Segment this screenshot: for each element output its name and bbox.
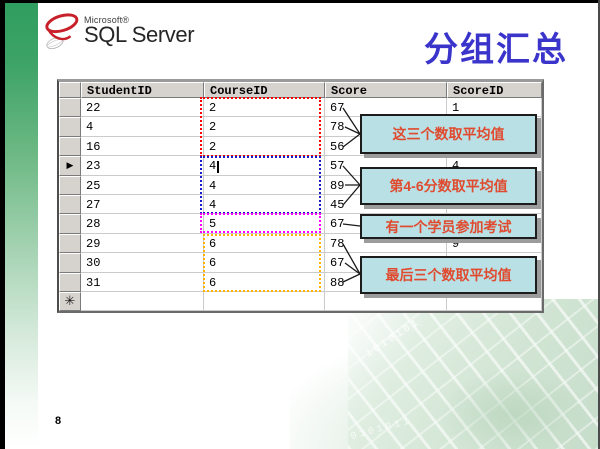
green-sidebar	[5, 0, 38, 449]
cell-studentid[interactable]: 4	[81, 117, 204, 137]
cell-studentid[interactable]: 22	[81, 98, 204, 118]
cell-studentid[interactable]: 27	[81, 194, 204, 215]
cell-studentid[interactable]: 31	[81, 272, 204, 292]
callout-average-last-three: 最后三个数取平均值	[360, 256, 537, 294]
row-selector[interactable]	[59, 214, 81, 234]
grid-header-row: StudentID CourseID Score ScoreID	[59, 82, 542, 98]
row-selector[interactable]	[59, 194, 81, 215]
grid-corner-cell[interactable]	[59, 82, 81, 98]
callout-single-student: 有一个学员参加考试	[360, 214, 537, 239]
column-header-scoreid[interactable]: ScoreID	[447, 82, 542, 98]
row-selector[interactable]	[59, 233, 81, 254]
product-label: SQL Server	[84, 22, 195, 47]
row-selector[interactable]	[59, 253, 81, 273]
binary-text: 0101011	[349, 416, 414, 443]
cell-studentid[interactable]: 16	[81, 136, 204, 157]
cell-scoreid-empty[interactable]	[447, 291, 542, 312]
cell-studentid[interactable]: 29	[81, 233, 204, 254]
row-selector[interactable]	[59, 98, 81, 118]
sql-server-logo: Microsoft® SQL Server	[42, 9, 195, 58]
group-outline-course-6	[203, 234, 321, 292]
binary-text: 1010101	[364, 316, 423, 361]
cell-score-empty[interactable]	[325, 291, 447, 312]
new-row-asterisk-icon: ✳	[64, 294, 76, 310]
row-selector[interactable]	[59, 175, 81, 195]
cell-studentid[interactable]: 28	[81, 214, 204, 234]
group-outline-course-5	[200, 213, 321, 233]
cell-courseid-empty[interactable]	[204, 291, 325, 312]
cell-studentid[interactable]: 25	[81, 175, 204, 195]
row-selector-current[interactable]: ▶	[59, 156, 81, 176]
page-number: 8	[55, 415, 62, 427]
callout-average-first-three: 这三个数取平均值	[360, 114, 537, 154]
table-row-new: ✳	[59, 291, 542, 312]
cell-studentid[interactable]: 30	[81, 253, 204, 273]
sql-server-swoosh-icon	[42, 9, 80, 58]
callout-average-4-to-6: 第4-6分数取平均值	[360, 167, 537, 205]
row-selector[interactable]	[59, 117, 81, 137]
left-border	[0, 0, 5, 449]
row-selector[interactable]	[59, 136, 81, 157]
column-header-courseid[interactable]: CourseID	[204, 82, 325, 98]
keyboard-watermark: 1010101 0101011	[348, 299, 598, 449]
current-row-arrow-icon: ▶	[66, 160, 74, 171]
slide: 1010101 0101011 Microsoft® SQL Server 分组…	[0, 0, 600, 449]
new-row-selector[interactable]: ✳	[59, 291, 81, 312]
cell-studentid-empty[interactable]	[81, 291, 204, 312]
row-selector[interactable]	[59, 272, 81, 292]
column-header-score[interactable]: Score	[325, 82, 447, 98]
group-outline-course-4	[200, 156, 321, 214]
cell-studentid[interactable]: 23	[81, 156, 204, 176]
slide-title: 分组汇总	[424, 31, 568, 69]
group-outline-course-2	[200, 97, 321, 157]
column-header-studentid[interactable]: StudentID	[81, 82, 204, 98]
top-border	[0, 0, 600, 3]
